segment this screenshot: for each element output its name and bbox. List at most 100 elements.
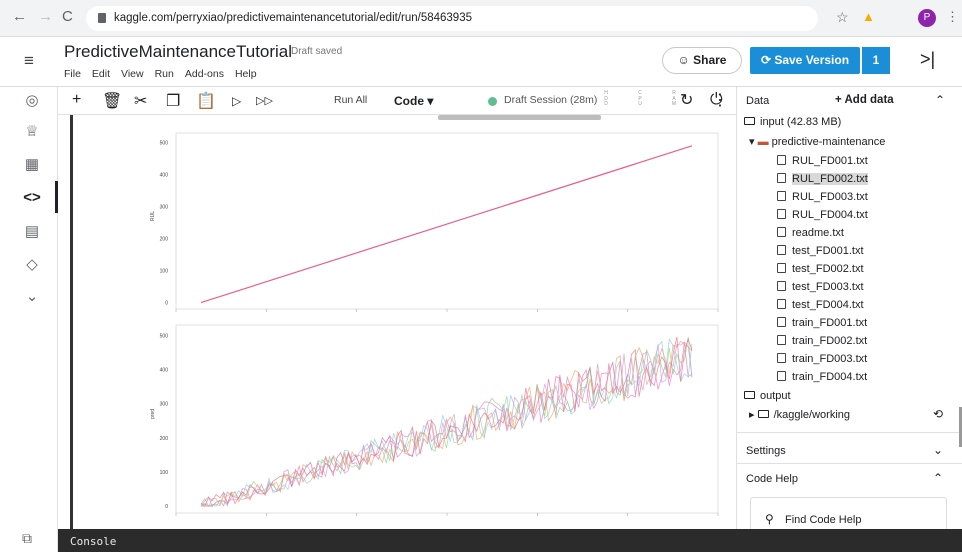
menu-view[interactable]: View	[121, 68, 144, 80]
reload-button[interactable]: C	[62, 8, 73, 25]
y-tick-label: 400	[160, 367, 169, 373]
comment-icon[interactable]: ▤	[22, 222, 42, 240]
y-tick-label: 300	[160, 205, 169, 211]
more-options-icon[interactable]: ⋮	[712, 90, 728, 110]
file-icon	[777, 209, 786, 219]
refresh-icon[interactable]: ⟲	[933, 407, 943, 421]
file-item[interactable]: RUL_FD002.txt	[777, 173, 868, 185]
forward-button[interactable]: →	[38, 8, 53, 25]
hdd-meter: H D D	[604, 90, 608, 107]
pred-series	[200, 336, 693, 507]
dataset-icon: ▬	[757, 136, 769, 148]
cpu-meter: C P U	[638, 90, 642, 107]
table-icon[interactable]: ▦	[22, 155, 42, 173]
y-tick-label: 500	[160, 141, 169, 147]
chevron-down-icon[interactable]: ⌄	[22, 287, 42, 305]
menu-file[interactable]: File	[64, 68, 81, 80]
file-item[interactable]: train_FD003.txt	[777, 353, 867, 365]
menu-edit[interactable]: Edit	[92, 68, 110, 80]
file-item[interactable]: test_FD003.txt	[777, 281, 864, 293]
settings-section[interactable]: Settings	[746, 445, 786, 457]
folder-icon	[744, 117, 755, 125]
delete-icon[interactable]: 🗑	[102, 91, 122, 111]
trophy-icon[interactable]: ♕	[22, 122, 42, 140]
paste-icon[interactable]: 📋	[196, 91, 216, 111]
run-cell-icon[interactable]: ▷	[232, 94, 241, 108]
menu-help[interactable]: Help	[235, 68, 257, 80]
file-item[interactable]: train_FD001.txt	[777, 317, 867, 329]
version-count-button[interactable]: 1	[862, 47, 890, 74]
profile-avatar[interactable]: P	[918, 9, 936, 27]
menu-run[interactable]: Run	[155, 68, 174, 80]
search-icon: ⚲	[765, 512, 774, 526]
url-text: kaggle.com/perryxiao/predictivemaintenan…	[114, 12, 472, 24]
find-code-help-button[interactable]: ⚲ Find Code Help	[750, 497, 947, 529]
divider	[737, 463, 962, 464]
menu-dots-icon[interactable]: ⋮	[946, 9, 959, 25]
session-status-dot	[488, 97, 497, 106]
chevron-down-icon[interactable]: ⌄	[933, 443, 943, 457]
run-all-icon[interactable]: ▷▷	[256, 94, 273, 107]
file-icon	[777, 263, 786, 273]
tree-working[interactable]: ▸ /kaggle/working	[749, 408, 850, 421]
lock-icon	[98, 13, 106, 23]
address-bar[interactable]: kaggle.com/perryxiao/predictivemaintenan…	[86, 6, 849, 31]
session-status[interactable]: Draft Session (28m)	[504, 94, 597, 106]
add-cell-icon[interactable]: +	[72, 91, 81, 109]
run-all-button[interactable]: Run All	[334, 94, 367, 106]
file-item[interactable]: RUL_FD004.txt	[777, 209, 868, 221]
code-help-section[interactable]: Code Help	[746, 473, 798, 485]
file-icon	[777, 173, 786, 183]
cell-type-select[interactable]: Code ▾	[394, 94, 433, 108]
save-version-button[interactable]: ⟳ Save Version	[750, 47, 860, 74]
file-item[interactable]: train_FD002.txt	[777, 335, 867, 347]
menu-add-ons[interactable]: Add-ons	[185, 68, 224, 80]
notebook-toolbar: + 🗑 ✂ ❐ 📋 ▷ ▷▷ Run All Code ▾ Draft Sess…	[58, 87, 736, 115]
cut-icon[interactable]: ✂	[134, 91, 147, 111]
y-axis-label: pred	[150, 409, 156, 419]
hamburger-icon[interactable]: ≡	[24, 51, 34, 71]
tree-dataset[interactable]: ▾ ▬ predictive-maintenance	[749, 135, 885, 148]
horizontal-scrollbar[interactable]	[438, 115, 601, 120]
drive-icon[interactable]: ▲	[862, 9, 875, 24]
chevron-up-icon[interactable]: ⌃	[933, 471, 943, 485]
school-icon[interactable]: ◇	[22, 255, 42, 273]
y-tick-label: 100	[160, 470, 169, 476]
file-icon	[777, 353, 786, 363]
chevron-up-icon[interactable]: ⌃	[935, 93, 945, 107]
copy-icon[interactable]: ❐	[166, 91, 180, 111]
restart-icon[interactable]: ↻	[680, 90, 693, 110]
cell-focus-bar	[70, 115, 73, 529]
tree-output[interactable]: output	[744, 390, 791, 402]
share-button[interactable]: ☺ Share	[662, 47, 742, 74]
y-tick-label: 0	[165, 504, 168, 510]
file-item[interactable]: test_FD004.txt	[777, 299, 864, 311]
folder-icon	[744, 391, 755, 399]
file-item[interactable]: RUL_FD003.txt	[777, 191, 868, 203]
file-icon	[777, 191, 786, 201]
compass-icon[interactable]: ◎	[22, 91, 42, 109]
file-item[interactable]: test_FD002.txt	[777, 263, 864, 275]
tree-input[interactable]: input (42.83 MB)	[744, 116, 841, 128]
code-icon[interactable]: <>	[22, 189, 42, 206]
add-data-button[interactable]: + Add data	[835, 94, 894, 106]
console-bar[interactable]: Console	[58, 529, 962, 552]
y-tick-label: 400	[160, 173, 169, 179]
file-item[interactable]: train_FD004.txt	[777, 371, 867, 383]
save-status: Draft saved	[291, 46, 343, 57]
collapse-panel-icon[interactable]: >|	[920, 49, 935, 70]
file-item[interactable]: test_FD001.txt	[777, 245, 864, 257]
y-axis-label: RUL	[150, 211, 156, 221]
y-tick-label: 200	[160, 237, 169, 243]
file-icon	[777, 227, 786, 237]
notebook-title[interactable]: PredictiveMaintenanceTutorial	[64, 42, 292, 62]
file-icon	[777, 371, 786, 381]
back-button[interactable]: ←	[12, 8, 27, 25]
star-icon[interactable]: ☆	[836, 9, 849, 26]
browser-chrome: ← → C kaggle.com/perryxiao/predictivemai…	[0, 0, 962, 37]
activity-icon[interactable]: ⧉	[22, 530, 32, 547]
file-item[interactable]: RUL_FD001.txt	[777, 155, 868, 167]
folder-icon	[757, 410, 769, 418]
cell-output: 0 100 200 300 400 500 RUL 0 100 200 300 400 500 pred	[58, 115, 736, 529]
file-item[interactable]: readme.txt	[777, 227, 844, 239]
